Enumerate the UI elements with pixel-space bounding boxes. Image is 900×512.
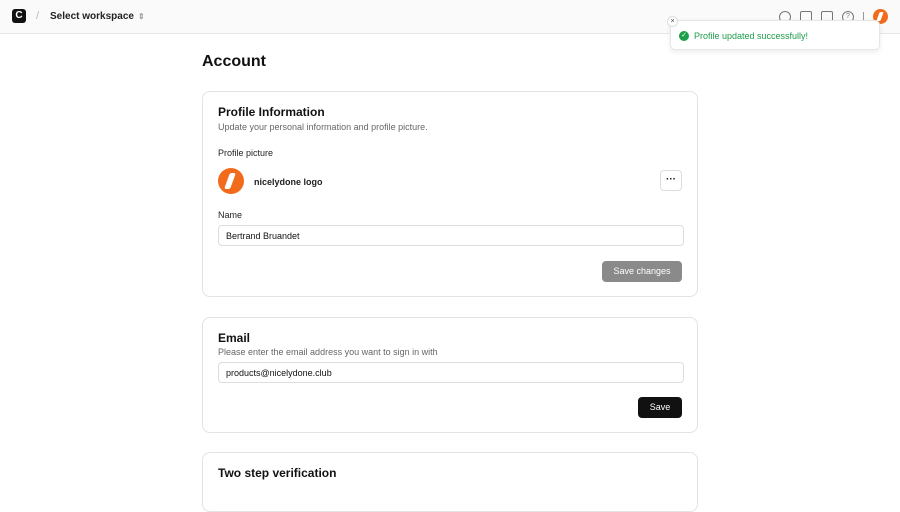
- card-title: Two step verification: [218, 466, 337, 480]
- workspace-selector[interactable]: Select workspace ⇕: [50, 11, 145, 22]
- profile-picture: [218, 168, 244, 194]
- card-subtitle: Please enter the email address you want …: [218, 347, 438, 357]
- save-email-button[interactable]: Save: [638, 397, 682, 418]
- name-label: Name: [218, 210, 243, 220]
- email-card: Email Please enter the email address you…: [202, 317, 698, 433]
- app-logo[interactable]: C: [12, 9, 26, 23]
- card-title: Email: [218, 331, 251, 345]
- close-icon[interactable]: ×: [667, 16, 678, 27]
- success-toast: × ✓ Profile updated successfully!: [667, 16, 880, 50]
- profile-picture-name: nicelydone logo: [254, 177, 323, 187]
- name-input[interactable]: Bertrand Bruandet: [218, 225, 684, 246]
- toast-message: Profile updated successfully!: [694, 31, 809, 41]
- profile-card: Profile Information Update your personal…: [202, 91, 698, 297]
- page-title: Account: [202, 53, 266, 70]
- card-title: Profile Information: [218, 105, 325, 119]
- chevron-updown-icon: ⇕: [137, 12, 145, 21]
- more-options-button[interactable]: ···: [660, 170, 682, 191]
- card-subtitle: Update your personal information and pro…: [218, 122, 428, 132]
- save-changes-button[interactable]: Save changes: [602, 261, 682, 282]
- workspace-label: Select workspace: [50, 11, 134, 22]
- email-input[interactable]: products@nicelydone.club: [218, 362, 684, 383]
- check-circle-icon: ✓: [679, 31, 689, 41]
- breadcrumb-separator: /: [36, 10, 40, 22]
- two-step-card: Two step verification: [202, 452, 698, 512]
- profile-picture-label: Profile picture: [218, 148, 274, 158]
